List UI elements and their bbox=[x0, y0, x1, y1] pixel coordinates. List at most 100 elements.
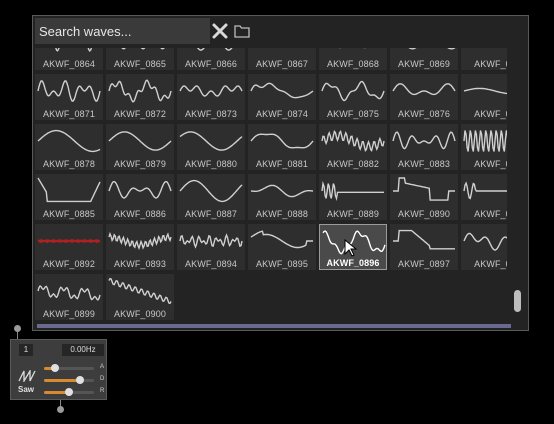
wave-tile[interactable]: AKWF_0874 bbox=[248, 74, 316, 120]
output-port[interactable] bbox=[57, 406, 64, 413]
wave-tile[interactable]: AKWF_0900 bbox=[106, 274, 174, 320]
wave-tile-label: AKWF_0899 bbox=[43, 309, 95, 319]
wave-tile[interactable]: AKWF_0892 bbox=[35, 224, 103, 270]
wave-tile[interactable]: AKWF_0885 bbox=[35, 174, 103, 220]
wave-tile-label: AKWF_0882 bbox=[327, 159, 379, 169]
wave-tile-label: AKWF_0867 bbox=[256, 59, 308, 69]
wave-tile-label: AKWF_0868 bbox=[327, 59, 379, 69]
waveform-icon bbox=[464, 48, 507, 55]
scrollbar[interactable] bbox=[511, 50, 523, 322]
wave-tile[interactable]: AKWF_0879 bbox=[106, 124, 174, 170]
wave-tile-label: AKWF_08 bbox=[474, 159, 507, 169]
frequency-display[interactable]: 0.00Hz bbox=[62, 344, 104, 356]
wave-tile[interactable]: AKWF_0864 bbox=[35, 48, 103, 70]
wave-tile[interactable]: AKWF_0887 bbox=[177, 174, 245, 220]
wave-tile-label: AKWF_08 bbox=[474, 209, 507, 219]
waveform-icon bbox=[108, 131, 172, 151]
scrollbar-thumb[interactable] bbox=[514, 290, 521, 312]
waveform-icon bbox=[250, 230, 313, 249]
wave-tile[interactable]: AKWF_0882 bbox=[319, 124, 387, 170]
open-folder-button[interactable] bbox=[233, 22, 251, 40]
waveform-icon bbox=[37, 285, 101, 301]
waveform-icon bbox=[45, 48, 93, 52]
envelope-slider[interactable]: D bbox=[44, 376, 104, 384]
wave-tile-label: AKWF_0896 bbox=[326, 258, 380, 268]
slider-knob[interactable] bbox=[51, 364, 59, 372]
wave-tile[interactable]: AKWF_0890 bbox=[390, 174, 458, 220]
wave-tile-label: AKWF_0888 bbox=[256, 209, 308, 219]
node-value-display[interactable]: 1 bbox=[19, 344, 33, 356]
wave-tile[interactable]: AKWF_0866 bbox=[177, 48, 245, 70]
wave-tile-label: AKWF_0881 bbox=[256, 159, 308, 169]
slider-label: D bbox=[100, 376, 105, 382]
waveform-icon bbox=[463, 87, 507, 95]
wave-tile[interactable]: AKWF_0893 bbox=[106, 224, 174, 270]
wave-tile[interactable]: AKWF_0875 bbox=[319, 74, 387, 120]
wave-tile-label: AKWF_0897 bbox=[398, 259, 450, 269]
slider-fill bbox=[44, 379, 80, 382]
wave-tile[interactable]: AKWF_0896 bbox=[319, 224, 387, 270]
wave-tile-label: AKWF_0892 bbox=[43, 259, 95, 269]
wave-tile-label: AKWF_0871 bbox=[43, 109, 95, 119]
wave-tile[interactable]: AKWF_0888 bbox=[248, 174, 316, 220]
wave-tile-label: AKWF_0864 bbox=[43, 59, 95, 69]
wave-tile[interactable]: AKWF_0868 bbox=[319, 48, 387, 70]
wave-tile[interactable]: AKWF_0894 bbox=[177, 224, 245, 270]
wave-tile-label: AKWF_0873 bbox=[185, 109, 237, 119]
envelope-slider[interactable]: R bbox=[44, 388, 104, 396]
wave-tile-label: AKWF_0872 bbox=[114, 109, 166, 119]
search-input[interactable] bbox=[35, 18, 210, 44]
wave-tile-label: AKWF_0865 bbox=[114, 59, 166, 69]
wave-tile-label: AKWF_0866 bbox=[185, 59, 237, 69]
wave-tile[interactable]: AKWF_0880 bbox=[177, 124, 245, 170]
wave-tile[interactable]: AKWF_08 bbox=[461, 224, 507, 270]
clear-search-button[interactable] bbox=[211, 22, 229, 40]
waveform-icon bbox=[250, 82, 314, 99]
wave-tile[interactable]: AKWF_0867 bbox=[248, 48, 316, 70]
wave-tile[interactable]: AKWF_08 bbox=[461, 48, 507, 70]
envelope-slider[interactable]: A bbox=[44, 364, 104, 372]
wave-tile[interactable]: AKWF_0872 bbox=[106, 74, 174, 120]
waveform-icon bbox=[250, 133, 314, 149]
wave-tile[interactable]: AKWF_0881 bbox=[248, 124, 316, 170]
wave-tile-label: AKWF_0889 bbox=[327, 209, 379, 219]
waveform-icon bbox=[179, 179, 243, 203]
wave-grid-viewport[interactable]: AKWF_0864 AKWF_0865 AKWF_0866 AKWF_0867 AKWF… bbox=[35, 48, 507, 324]
wave-tile[interactable]: AKWF_0897 bbox=[390, 224, 458, 270]
wave-tile-label: AKWF_0900 bbox=[114, 309, 166, 319]
waveform-icon bbox=[339, 48, 366, 49]
wave-tile[interactable]: AKWF_0865 bbox=[106, 48, 174, 70]
wave-tile[interactable]: AKWF_08 bbox=[461, 174, 507, 220]
mouse-cursor-icon bbox=[344, 239, 358, 257]
wave-tile[interactable]: AKWF_0895 bbox=[248, 224, 316, 270]
wave-tile-label: AKWF_0879 bbox=[114, 159, 166, 169]
wave-tile-label: AKWF_0878 bbox=[43, 159, 95, 169]
wave-tile-label: AKWF_0883 bbox=[398, 159, 450, 169]
close-icon bbox=[212, 23, 228, 39]
wave-tile[interactable]: AKWF_0878 bbox=[35, 124, 103, 170]
wave-tile[interactable]: AKWF_0883 bbox=[390, 124, 458, 170]
wave-tile[interactable]: AKWF_0871 bbox=[35, 74, 103, 120]
slider-knob[interactable] bbox=[76, 376, 84, 384]
wave-tile[interactable]: AKWF_0876 bbox=[390, 74, 458, 120]
waveform-icon bbox=[37, 80, 101, 102]
waveform-icon bbox=[393, 229, 455, 250]
wave-tile[interactable]: AKWF_0899 bbox=[35, 274, 103, 320]
wave-tile-label: AKWF_0880 bbox=[185, 159, 237, 169]
wave-tile[interactable]: AKWF_0873 bbox=[177, 74, 245, 120]
wave-tile-label: AKWF_0895 bbox=[256, 259, 308, 269]
wave-tile[interactable]: AKWF_08 bbox=[461, 74, 507, 120]
waveform-icon bbox=[108, 277, 172, 305]
slider-knob[interactable] bbox=[65, 388, 73, 396]
oscillator-node[interactable]: 1 0.00Hz Saw ADR bbox=[10, 339, 107, 400]
folder-icon bbox=[234, 25, 250, 38]
wave-tile[interactable]: AKWF_08 bbox=[461, 124, 507, 170]
wave-tile[interactable]: AKWF_0869 bbox=[390, 48, 458, 70]
waveform-icon bbox=[37, 238, 101, 244]
wave-tile[interactable]: AKWF_0886 bbox=[106, 174, 174, 220]
waveform-icon bbox=[408, 48, 456, 50]
input-port[interactable] bbox=[14, 325, 21, 332]
waveform-icon bbox=[196, 48, 233, 51]
waveform-icon bbox=[321, 80, 385, 102]
wave-tile[interactable]: AKWF_0889 bbox=[319, 174, 387, 220]
